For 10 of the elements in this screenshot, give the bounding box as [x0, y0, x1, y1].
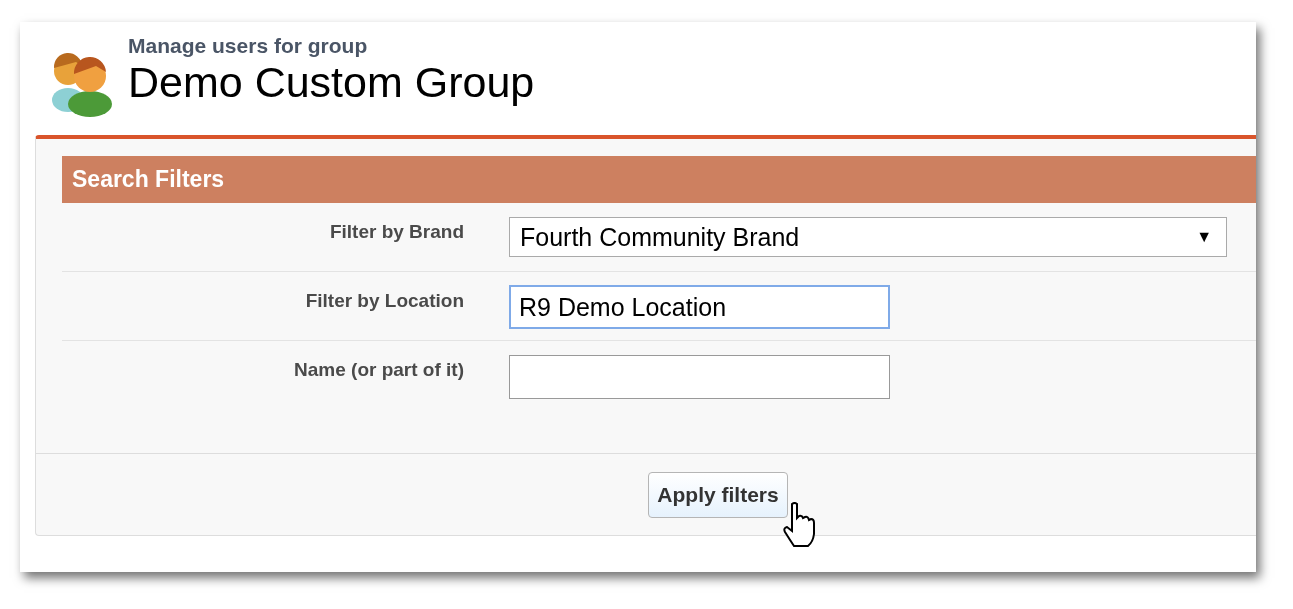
input-field[interactable]: [509, 355, 890, 399]
input-field[interactable]: R9 Demo Location: [509, 285, 890, 329]
field-label: Filter by Brand: [328, 220, 464, 244]
page-subtitle: Manage users for group: [128, 34, 369, 58]
apply-filters-button[interactable]: Apply filters: [648, 472, 788, 518]
field-label: Filter by Location: [304, 289, 464, 313]
brand-dropdown[interactable]: Fourth Community Brand ▼: [509, 217, 1227, 257]
section-title: Search Filters: [62, 156, 1256, 203]
field-label: Name (or part of it): [293, 358, 464, 382]
page-title: Demo Custom Group: [128, 58, 535, 106]
